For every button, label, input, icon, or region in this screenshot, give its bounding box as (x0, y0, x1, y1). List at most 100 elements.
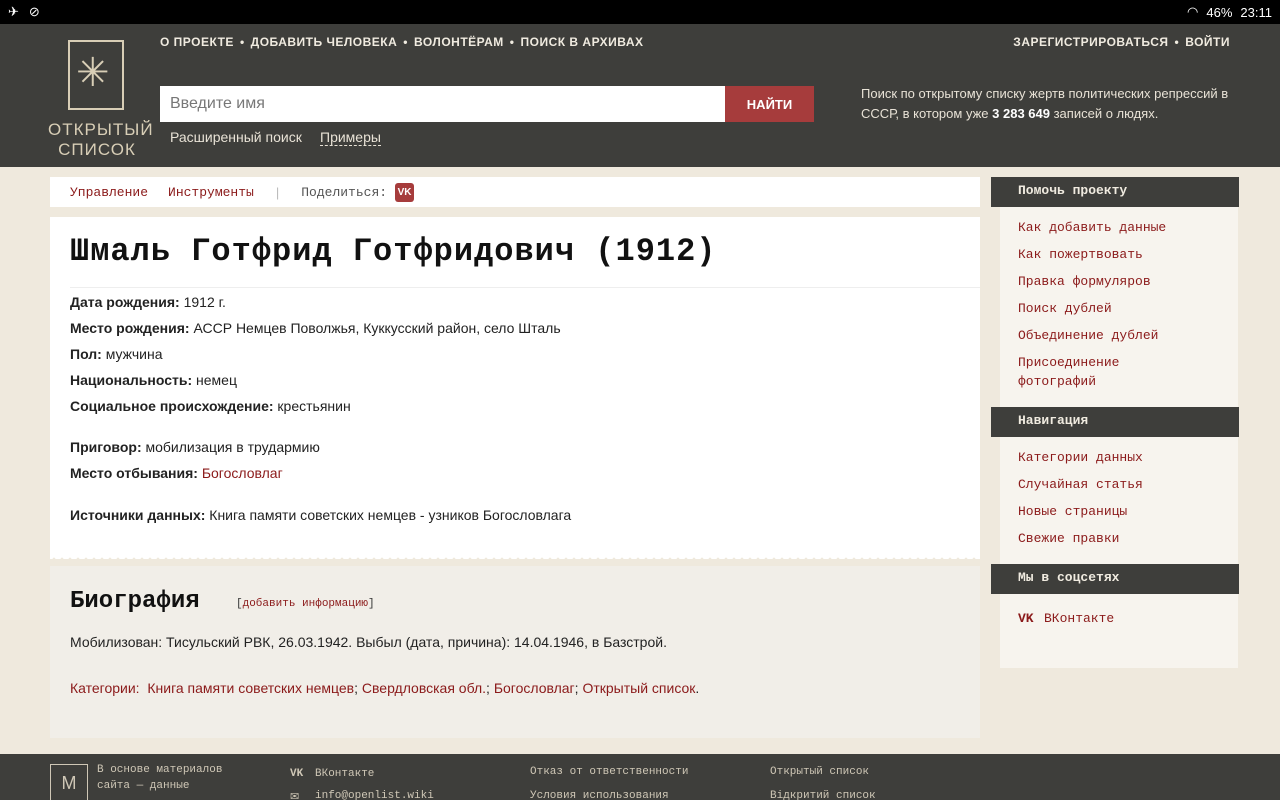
auth-navigation: ЗАРЕГИСТРИРОВАТЬСЯ • ВОЙТИ (1013, 35, 1230, 49)
footer-vk-link[interactable]: ВКонтакте (315, 768, 374, 780)
logo-text-line2: СПИСОК (58, 140, 136, 159)
sidebar-item-how-to-add[interactable]: Как добавить данные (1018, 218, 1166, 237)
category-separator: ; (486, 680, 494, 696)
sidebar-item-random-article[interactable]: Случайная статья (1018, 475, 1143, 494)
sidebar-social-title: Мы в соцсетях (991, 564, 1239, 594)
category-end: . (695, 680, 700, 696)
footer-vk-icon[interactable]: VK (290, 768, 303, 780)
footer-ru-link[interactable]: Открытый список (770, 766, 869, 778)
site-footer: M В основе материалов сайта — данные VK … (0, 754, 1280, 800)
footer-disclaimer-link[interactable]: Отказ от ответственности (530, 766, 688, 778)
telegram-icon: ✈ (8, 4, 19, 19)
advanced-search-link[interactable]: Расширенный поиск (170, 129, 302, 145)
sidebar-item-donate[interactable]: Как пожертвовать (1018, 245, 1143, 264)
tools-link[interactable]: Инструменты (168, 185, 254, 200)
category-link[interactable]: Свердловская обл. (362, 680, 486, 696)
examples-link[interactable]: Примеры (320, 129, 381, 146)
search-input[interactable] (160, 86, 725, 122)
footer-about-line2: сайта — данные (97, 780, 190, 792)
login-link[interactable]: ВОЙТИ (1185, 35, 1230, 49)
sidebar-item-recent-changes[interactable]: Свежие правки (1018, 529, 1119, 548)
field-label: Приговор: (70, 439, 142, 455)
sidebar-item-merge-duplicates[interactable]: Объединение дублей (1018, 326, 1158, 345)
footer-email-link[interactable]: info@openlist.wiki (315, 790, 434, 800)
toolbar-divider: | (275, 184, 280, 200)
search-button[interactable]: НАЙТИ (725, 86, 814, 122)
title-divider (70, 287, 980, 288)
biography-text: Мобилизован: Тисульский РВК, 26.03.1942.… (70, 634, 667, 650)
tagline-text-end: записей о людях. (1049, 106, 1159, 121)
nav-about[interactable]: О ПРОЕКТЕ (160, 35, 234, 49)
logo-text-line1: ОТКРЫТЫЙ (48, 120, 154, 139)
sidebar-nav-title: Навигация (991, 407, 1239, 437)
wifi-icon: ◠ (1187, 4, 1199, 19)
category-link[interactable]: Богословлаг (494, 680, 575, 696)
register-link[interactable]: ЗАРЕГИСТРИРОВАТЬСЯ (1013, 35, 1168, 49)
field-birth-date: Дата рождения: 1912 г. (70, 294, 226, 310)
field-label: Социальное происхождение: (70, 398, 274, 414)
nav-archive-search[interactable]: ПОИСК В АРХИВАХ (521, 35, 644, 49)
categories-label[interactable]: Категории: (70, 680, 140, 696)
manage-link[interactable]: Управление (70, 185, 148, 200)
site-header: ✳ ОТКРЫТЫЙ СПИСОК О ПРОЕКТЕ • ДОБАВИТЬ ЧЕ… (0, 24, 1280, 167)
field-label: Место рождения: (70, 320, 190, 336)
field-place-of-serving: Место отбывания: Богословлаг (70, 465, 283, 481)
footer-terms-link[interactable]: Условия использования (530, 790, 669, 800)
bogoslovlag-link[interactable]: Богословлаг (202, 465, 283, 481)
sidebar-item-find-duplicates[interactable]: Поиск дублей (1018, 299, 1112, 318)
field-value: 1912 г. (179, 294, 226, 310)
footer-ua-link[interactable]: Відкритий список (770, 790, 876, 800)
sidebar-item-data-categories[interactable]: Категории данных (1018, 448, 1143, 467)
sidebar-item-new-pages[interactable]: Новые страницы (1018, 502, 1127, 521)
field-value: АССР Немцев Поволжья, Куккусский район, … (189, 320, 561, 336)
field-value: немец (192, 372, 237, 388)
footer-about-line1: В основе материалов (97, 764, 223, 776)
biography-add: [добавить информацию] (236, 598, 375, 610)
vk-share-icon[interactable]: VK (395, 182, 415, 202)
status-bar: ✈ ⊘ ◠ 46% 23:11 (0, 0, 1280, 24)
memorial-logo-icon[interactable]: M (50, 764, 88, 800)
nav-volunteers[interactable]: ВОЛОНТЁРАМ (414, 35, 504, 49)
site-logo[interactable]: ✳ ОТКРЫТЫЙ СПИСОК (48, 38, 154, 163)
top-navigation: О ПРОЕКТЕ • ДОБАВИТЬ ЧЕЛОВЕКА • ВОЛОНТЁРАМ… (160, 35, 644, 49)
field-label: Дата рождения: (70, 294, 180, 310)
field-label: Источники данных: (70, 507, 206, 523)
record-count: 3 283 649 (992, 106, 1050, 121)
category-separator: ; (354, 680, 362, 696)
sidebar-item-edit-forms[interactable]: Правка формуляров (1018, 272, 1151, 291)
share-label: Поделиться: (301, 184, 388, 200)
battery-level: 46% (1206, 4, 1233, 20)
field-value: мобилизация в трудармию (141, 439, 320, 455)
field-sources: Источники данных: Книга памяти советских… (70, 507, 571, 523)
barbed-wire-icon: ✳ (76, 51, 110, 95)
categories: Категории: Книга памяти советских немцев… (70, 680, 699, 696)
site-tagline: Поиск по открытому списку жертв политиче… (861, 84, 1241, 124)
person-card: Шмаль Готфрид Готфридович (1912) Дата ро… (50, 217, 980, 559)
field-label: Национальность: (70, 372, 193, 388)
field-value: мужчина (101, 346, 163, 362)
nav-separator: • (239, 35, 245, 49)
mail-icon: ✉ (290, 792, 300, 800)
field-label: Пол: (70, 346, 102, 362)
field-gender: Пол: мужчина (70, 346, 163, 362)
page-toolbar: Управление Инструменты | Поделиться: VK (50, 177, 980, 207)
field-nationality: Национальность: немец (70, 372, 237, 388)
nav-separator: • (1174, 35, 1180, 49)
biography-title: Биография (70, 588, 200, 615)
sidebar-item-attach-photos[interactable]: Присоединение фотографий (1018, 353, 1168, 391)
field-social-origin: Социальное происхождение: крестьянин (70, 398, 351, 414)
nav-separator: • (509, 35, 515, 49)
category-link[interactable]: Книга памяти советских немцев (147, 680, 354, 696)
field-value: крестьянин (273, 398, 351, 414)
add-info-link[interactable]: добавить информацию (243, 598, 368, 610)
clock: 23:11 (1240, 4, 1272, 20)
nav-add-person[interactable]: ДОБАВИТЬ ЧЕЛОВЕКА (251, 35, 398, 49)
shield-icon: ⊘ (28, 4, 40, 19)
vk-icon[interactable]: VK (1018, 609, 1034, 628)
sidebar-help-title: Помочь проекту (991, 177, 1239, 207)
bracket-open: [ (236, 598, 243, 610)
category-link[interactable]: Открытый список (582, 680, 695, 696)
sidebar-item-vkontakte[interactable]: ВКонтакте (1044, 609, 1114, 628)
biography-section: Биография [добавить информацию] Мобилизо… (50, 566, 980, 738)
bracket-close: ] (368, 598, 375, 610)
